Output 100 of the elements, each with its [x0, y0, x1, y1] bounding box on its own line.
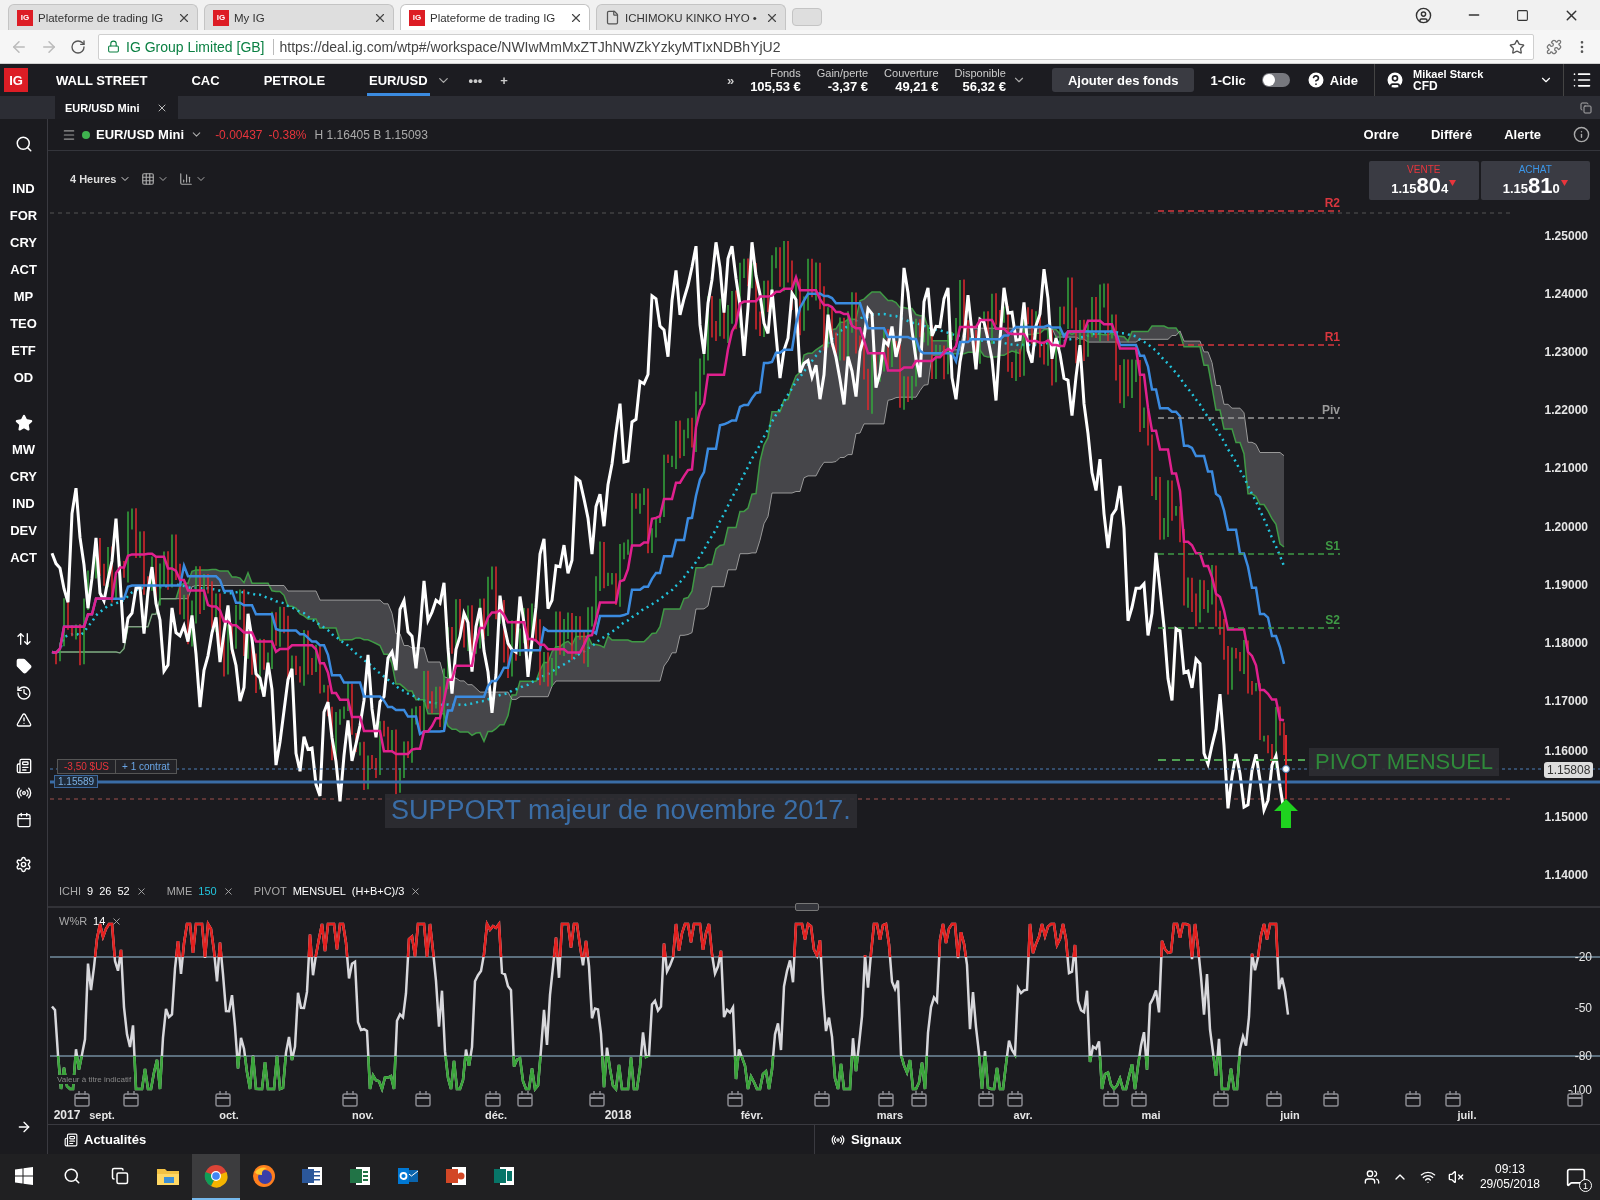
grid-icon[interactable] — [141, 172, 156, 186]
indicator-name: PIVOT — [253, 885, 287, 897]
indicator-name: W%R — [59, 915, 88, 927]
wifi-icon[interactable] — [1419, 1169, 1436, 1185]
extension-icon[interactable] — [1546, 38, 1562, 55]
indicator-parameter: 150 — [198, 885, 217, 897]
news-icon[interactable] — [15, 757, 32, 774]
sidebar-item[interactable]: IND — [12, 181, 35, 196]
market-tab[interactable]: CAC — [189, 64, 222, 96]
price-axis-label: 1.22000 — [1544, 403, 1588, 418]
sidebar-item[interactable]: OD — [13, 370, 34, 385]
one-click-toggle[interactable] — [1261, 73, 1290, 87]
browser-tab[interactable]: IG My IG — [204, 4, 394, 30]
down-triangle-icon — [1449, 179, 1457, 186]
add-funds-button[interactable]: Ajouter des fonds — [1051, 68, 1195, 92]
timeframe-dropdown[interactable]: 4 Heures — [70, 173, 132, 185]
account-label: Gain/perte — [816, 67, 869, 80]
folder-icon — [156, 1166, 180, 1186]
pivot-label: Piv — [1322, 403, 1340, 417]
workspace-tab[interactable]: EUR/USD Mini — [55, 96, 178, 119]
address-field[interactable]: IG Group Limited [GB] https://deal.ig.com/wtp#/workspace/NWIwMmMxZTJhNWZkYzkyMTIxNDBhYjU2 — [98, 33, 1534, 60]
info-icon[interactable] — [1573, 126, 1590, 143]
menu-icon[interactable] — [1572, 70, 1592, 90]
bar-chart-icon[interactable] — [179, 172, 194, 186]
round-logo-icon — [204, 1164, 228, 1188]
arrows-icon[interactable] — [15, 630, 32, 647]
sidebar-item[interactable]: ACT — [10, 550, 37, 565]
bookmark-icon[interactable] — [1509, 38, 1525, 55]
account-type: CFD — [1413, 80, 1439, 92]
star-icon[interactable] — [14, 413, 33, 432]
maximize-icon[interactable] — [1516, 8, 1529, 22]
instrument-name[interactable]: EUR/USD Mini — [96, 127, 185, 142]
reload-icon[interactable] — [70, 38, 86, 55]
signals-tab[interactable]: Signaux — [815, 1125, 1115, 1154]
sidebar-item[interactable]: MW — [11, 442, 36, 457]
price-change: -0.00437 — [215, 127, 263, 142]
sidebar-item[interactable]: DEV — [10, 523, 37, 538]
price-axis-label: 1.24000 — [1544, 287, 1588, 302]
url-text: https://deal.ig.com/wtp#/workspace/NWIwMmMxZTJhNWZkYzkyMTIxNDBhYjU2 — [279, 38, 782, 55]
site-icon: IG — [17, 9, 33, 26]
account-value: 56,32 € — [962, 80, 1006, 93]
resize-handle[interactable] — [795, 903, 819, 911]
logo[interactable]: IG — [4, 68, 28, 92]
action-link[interactable]: Ordre — [1363, 127, 1399, 142]
browser-tab[interactable]: IG Plateforme de trading IG — [8, 4, 198, 30]
high-low-text: H 1.16405 B 1.15093 — [314, 127, 428, 142]
notifications-icon[interactable] — [1566, 1167, 1586, 1187]
account-label: Disponible — [954, 67, 1006, 80]
restore-icon[interactable] — [1580, 101, 1592, 114]
deal-button[interactable]: ACHAT 1.15810 — [1480, 161, 1590, 200]
sidebar-item[interactable]: ETF — [11, 343, 36, 358]
indicator-parameter: 9 — [87, 885, 94, 897]
help-icon[interactable] — [1305, 70, 1326, 90]
more-button[interactable]: ••• — [468, 64, 483, 96]
action-link[interactable]: Alerte — [1504, 127, 1541, 142]
warning-icon[interactable] — [15, 711, 32, 728]
price-axis-label: 1.20000 — [1544, 519, 1588, 534]
volume-muted-icon[interactable] — [1447, 1169, 1464, 1185]
browser-tab[interactable]: IG Plateforme de trading IG — [400, 4, 590, 30]
close-icon[interactable] — [410, 885, 422, 897]
time-axis-label: oct. — [219, 1109, 239, 1121]
sidebar-item[interactable]: IND — [12, 496, 35, 511]
sidebar-item[interactable]: FOR — [9, 208, 38, 223]
collapse-button[interactable]: » — [726, 72, 735, 88]
browser-tab[interactable]: ICHIMOKU KINKO HYO • — [596, 4, 786, 30]
history-icon[interactable] — [15, 684, 32, 701]
profile-icon[interactable] — [1415, 6, 1432, 24]
spreadsheet-icon — [348, 1164, 372, 1188]
time-axis-label: 2017 — [53, 1108, 81, 1122]
pivot-label: R1 — [1324, 330, 1340, 344]
add-button[interactable]: + — [500, 64, 508, 96]
document-icon — [300, 1164, 324, 1188]
market-tab[interactable]: WALL STREET — [54, 64, 150, 96]
people-icon[interactable] — [1363, 1169, 1380, 1185]
settings-icon[interactable] — [15, 856, 32, 873]
calendar-icon[interactable] — [15, 811, 32, 828]
time-axis-label: juin — [1280, 1109, 1300, 1121]
site-identity: IG Group Limited [GB] — [126, 38, 274, 55]
close-icon[interactable] — [135, 885, 147, 897]
sidebar-item[interactable]: MP — [13, 289, 34, 304]
deal-button[interactable]: VENTE 1.15804 — [1369, 161, 1479, 200]
clock-date: 29/05/2018 — [1479, 1177, 1540, 1192]
sidebar-item[interactable]: ACT — [10, 262, 37, 277]
time-axis-label: mai — [1141, 1109, 1161, 1121]
help-link[interactable]: Aide — [1329, 72, 1358, 88]
search-icon[interactable] — [14, 135, 33, 153]
sidebar-item[interactable]: CRY — [10, 235, 37, 250]
clock[interactable]: 09:13 29/05/2018 — [1479, 1162, 1540, 1192]
sidebar-item[interactable]: TEO — [10, 316, 37, 331]
tag-icon[interactable] — [15, 657, 32, 674]
market-tab[interactable]: PETROLE — [261, 64, 328, 96]
price-axis-label: 1.15000 — [1544, 810, 1588, 824]
indicator-parameter: MENSUEL — [292, 885, 346, 897]
action-link[interactable]: Différé — [1430, 127, 1473, 142]
close-icon[interactable] — [222, 885, 234, 897]
close-icon[interactable] — [111, 915, 123, 927]
one-click-label: 1-Clic — [1210, 72, 1246, 88]
price-axis-label: 1.25000 — [1544, 229, 1588, 243]
sidebar-item[interactable]: CRY — [10, 469, 37, 484]
indicator-name: ICHI — [59, 885, 81, 897]
